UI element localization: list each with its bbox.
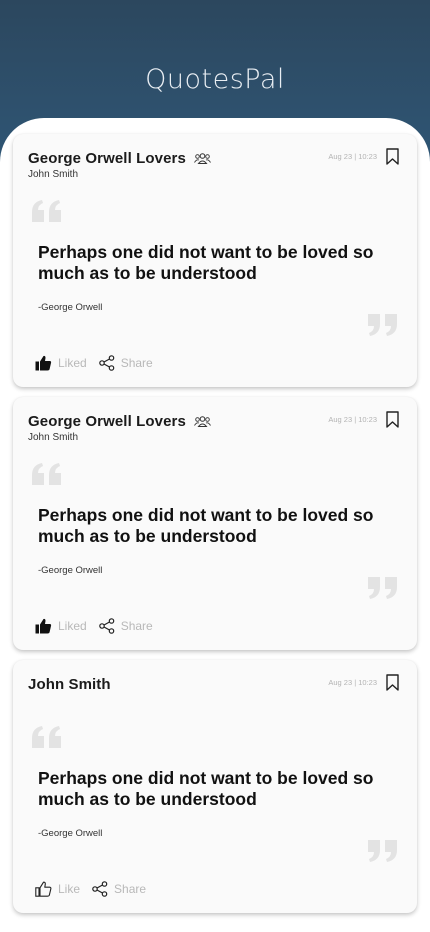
card-author-name: John Smith <box>28 169 79 180</box>
card-actions: Liked Share <box>35 355 165 371</box>
close-quote-icon <box>368 840 397 862</box>
share-icon <box>92 881 108 897</box>
quote-text: Perhaps one did not want to be loved so … <box>38 505 374 546</box>
card-actions: Liked Share <box>35 618 165 634</box>
card-actions: Like Share <box>35 881 158 897</box>
like-label: Like <box>58 882 81 896</box>
card-title-label: George Orwell Lovers <box>28 413 186 430</box>
bookmark-icon[interactable] <box>386 411 399 428</box>
bookmark-icon[interactable] <box>386 674 399 691</box>
card-title[interactable]: John Smith <box>28 676 111 693</box>
like-button[interactable]: Like <box>35 881 80 897</box>
share-label: Share <box>120 619 153 633</box>
feed-sheet: George Orwell Lovers John Smith Aug 23 |… <box>0 118 430 932</box>
quote-author: -George Orwell <box>38 565 103 576</box>
card-title-label: George Orwell Lovers <box>28 150 186 167</box>
thumbs-up-filled-icon <box>35 618 52 634</box>
card-timestamp: Aug 23 | 10:23 <box>328 678 377 687</box>
card-timestamp: Aug 23 | 10:23 <box>328 152 377 161</box>
share-button[interactable]: Share <box>92 881 146 897</box>
quote-author: -George Orwell <box>38 828 103 839</box>
open-quote-icon <box>32 463 61 485</box>
share-button[interactable]: Share <box>98 355 153 371</box>
close-quote-icon <box>368 314 397 336</box>
card-title[interactable]: George Orwell Lovers <box>28 413 211 430</box>
share-button[interactable]: Share <box>98 618 153 634</box>
open-quote-icon <box>32 726 61 748</box>
app-title: QuotesPal <box>145 64 285 95</box>
share-label: Share <box>114 882 147 896</box>
card-title-label: John Smith <box>28 676 111 693</box>
like-label: Liked <box>58 356 87 370</box>
like-button[interactable]: Liked <box>35 355 87 371</box>
open-quote-icon <box>32 200 61 222</box>
group-icon <box>193 153 211 164</box>
quote-card: George Orwell Lovers John Smith Aug 23 |… <box>13 397 417 650</box>
quote-text: Perhaps one did not want to be loved so … <box>38 768 374 809</box>
share-label: Share <box>120 356 153 370</box>
thumbs-up-outline-icon <box>35 881 52 897</box>
card-timestamp: Aug 23 | 10:23 <box>328 415 377 424</box>
group-icon <box>193 416 211 427</box>
quote-card: John Smith Aug 23 | 10:23 Perhaps one di… <box>13 660 417 913</box>
close-quote-icon <box>368 577 397 599</box>
quote-author: -George Orwell <box>38 302 103 313</box>
share-icon <box>98 618 114 634</box>
like-button[interactable]: Liked <box>35 618 87 634</box>
quote-text: Perhaps one did not want to be loved so … <box>38 242 374 283</box>
like-label: Liked <box>58 619 87 633</box>
bookmark-icon[interactable] <box>386 148 399 165</box>
share-icon <box>98 355 114 371</box>
thumbs-up-filled-icon <box>35 355 52 371</box>
card-title[interactable]: George Orwell Lovers <box>28 150 211 167</box>
quote-card: George Orwell Lovers John Smith Aug 23 |… <box>13 134 417 387</box>
card-author-name: John Smith <box>28 432 79 443</box>
